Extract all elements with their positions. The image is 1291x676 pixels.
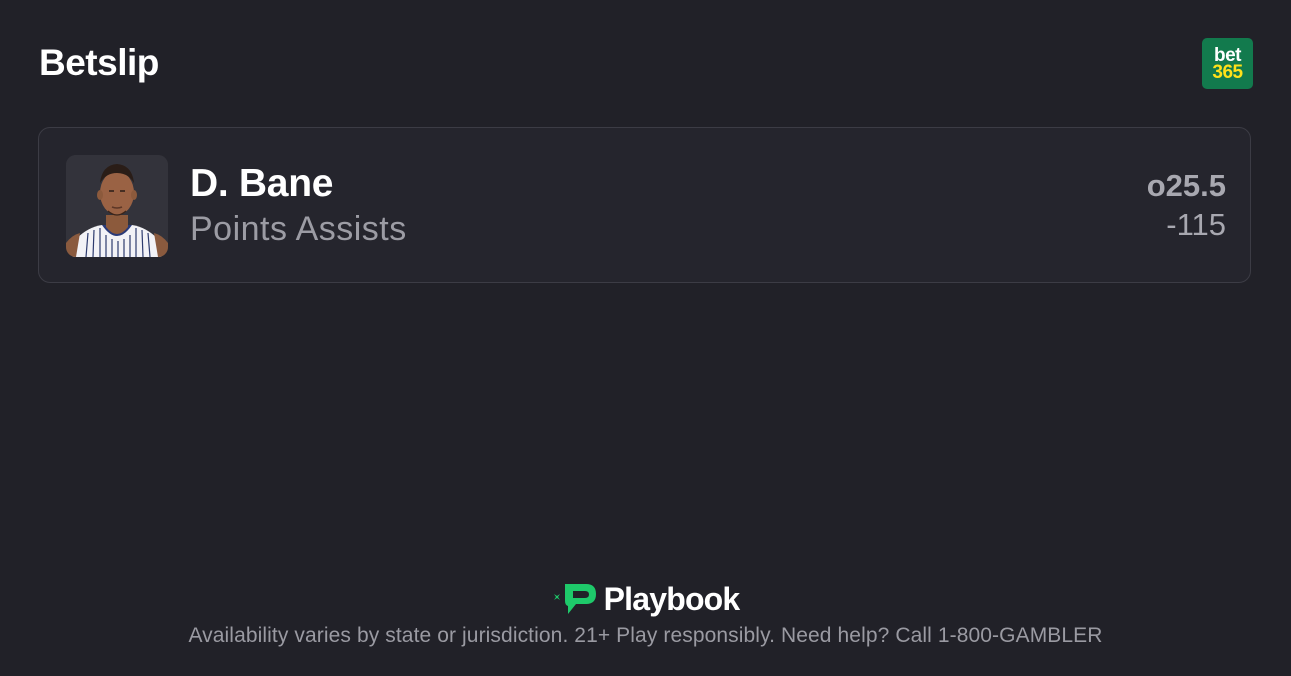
bet-line: o25.5 — [1146, 168, 1226, 203]
responsible-gaming-disclaimer: Availability varies by state or jurisdic… — [188, 624, 1103, 647]
logo-text-line1: bet — [1214, 44, 1242, 66]
bet-market: Points Assists — [190, 210, 407, 248]
playbook-icon — [553, 584, 596, 614]
playbook-logo[interactable]: Playbook — [552, 580, 740, 618]
logo-text-line2: 365 — [1212, 61, 1243, 83]
betslip-page: Betslip bet 365 D. Bane Points Assists o… — [0, 0, 1291, 676]
player-name: D. Bane — [190, 162, 334, 205]
playbook-brand-name: Playbook — [603, 580, 741, 617]
player-avatar — [66, 155, 168, 257]
betslip-header: Betslip bet 365 — [39, 38, 1253, 89]
player-headshot-icon — [66, 155, 168, 257]
footer: Playbook Availability varies by state or… — [0, 580, 1291, 648]
bet-card[interactable]: D. Bane Points Assists o25.5 -115 — [38, 127, 1251, 283]
bet-odds: -115 — [1166, 207, 1226, 242]
bet365-logo: bet 365 — [1202, 38, 1253, 89]
page-title: Betslip — [39, 42, 159, 83]
